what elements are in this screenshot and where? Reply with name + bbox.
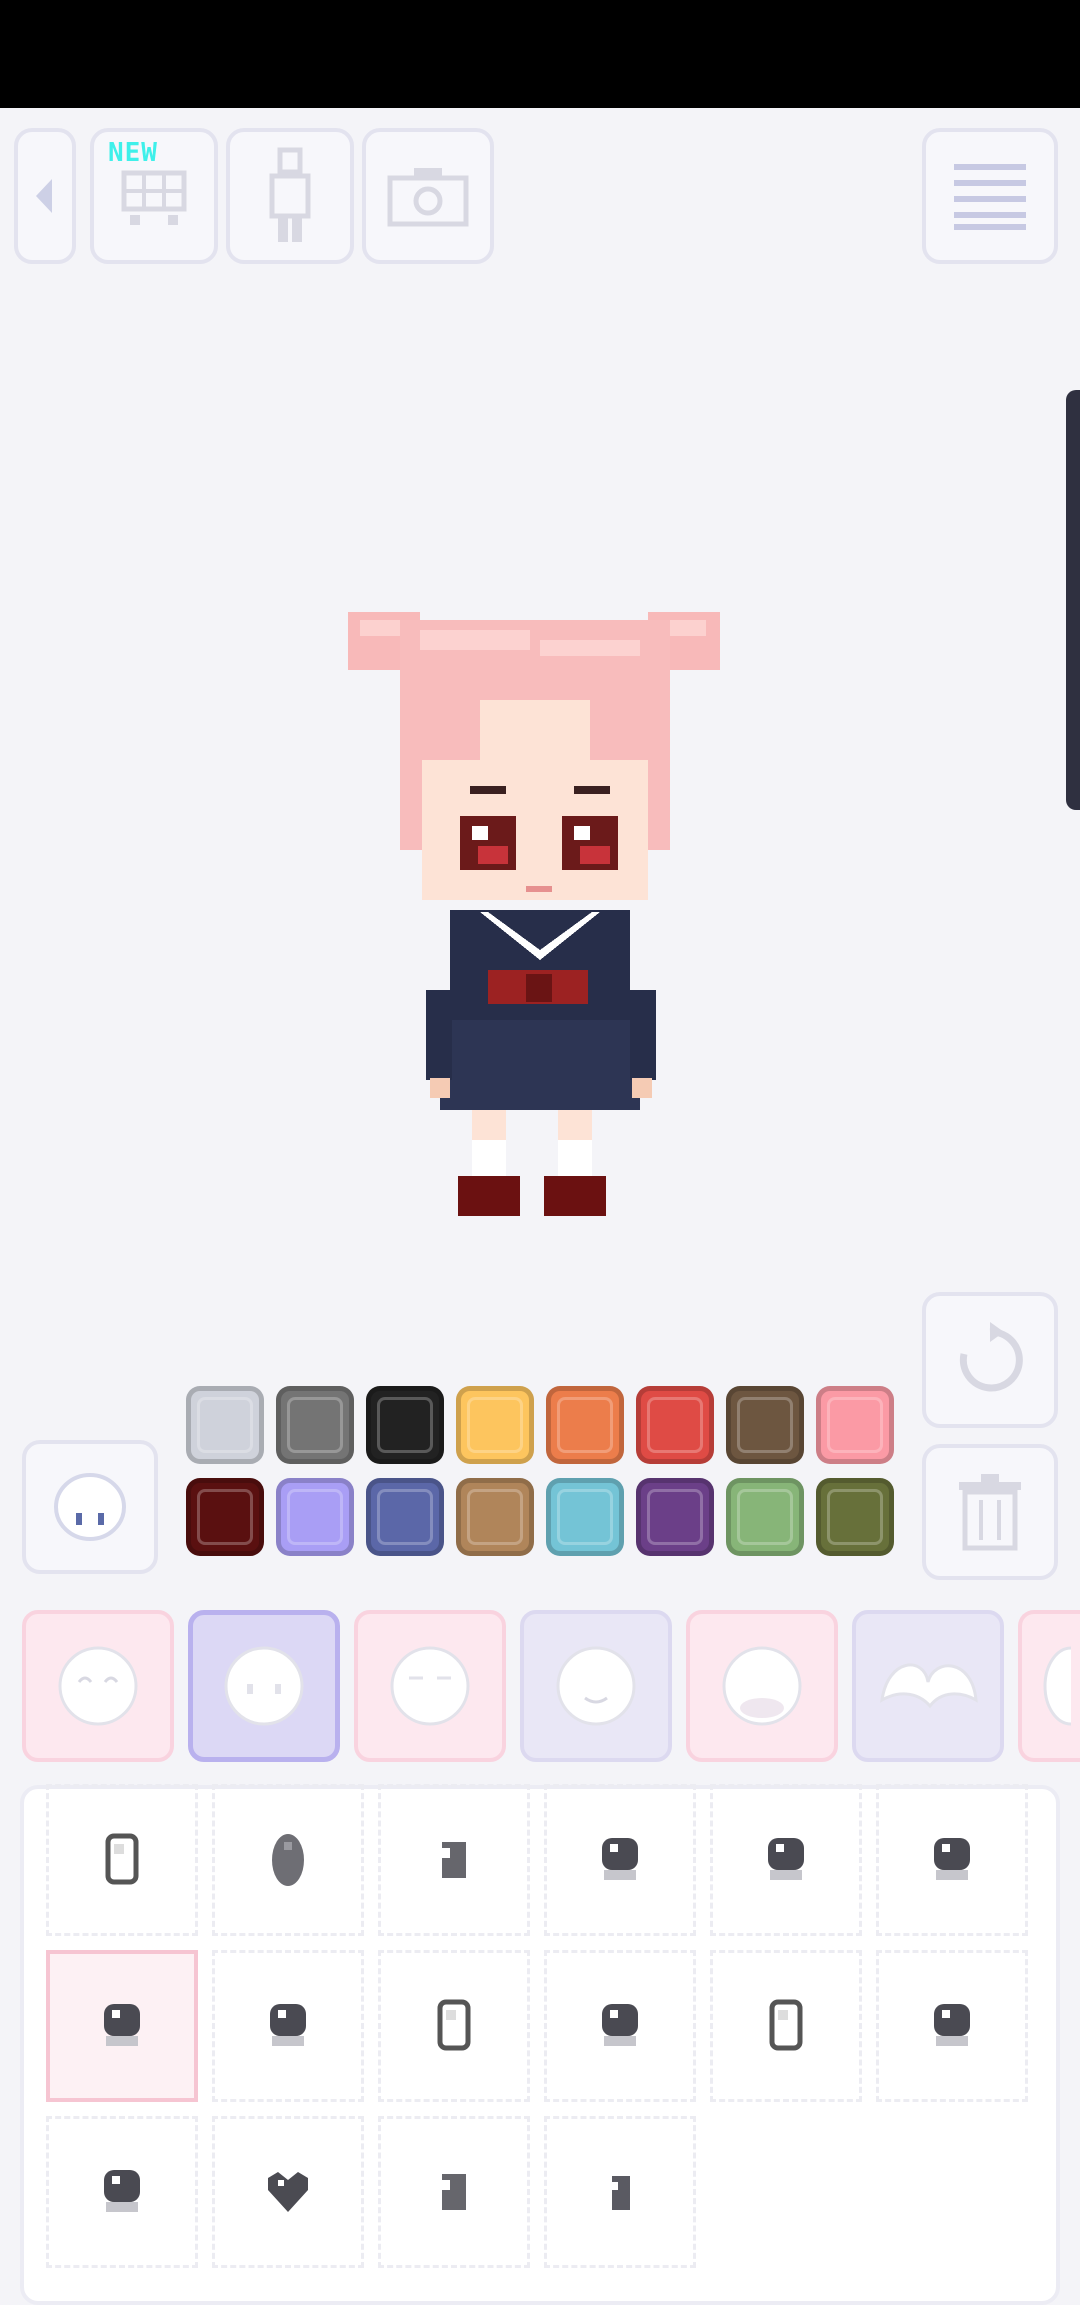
eye-style-6-icon bbox=[934, 1838, 970, 1880]
character-avatar bbox=[348, 612, 720, 1216]
eye-style-11-icon bbox=[769, 1999, 803, 2051]
eye-style-item[interactable] bbox=[876, 1950, 1028, 2102]
color-swatch[interactable] bbox=[366, 1478, 444, 1556]
eye-style-item[interactable] bbox=[378, 2116, 530, 2268]
tab-brows[interactable] bbox=[354, 1610, 506, 1762]
color-swatch[interactable] bbox=[276, 1478, 354, 1556]
face-preview-button[interactable] bbox=[22, 1440, 158, 1574]
color-swatch[interactable] bbox=[546, 1478, 624, 1556]
eye-style-7-icon bbox=[104, 2004, 140, 2046]
eye-style-5-icon bbox=[768, 1838, 804, 1880]
color-swatch[interactable] bbox=[816, 1386, 894, 1464]
more-icon bbox=[1043, 1646, 1071, 1726]
tab-more[interactable] bbox=[1018, 1610, 1080, 1762]
reset-icon bbox=[959, 1322, 1023, 1392]
eye-style-14-icon bbox=[268, 2172, 308, 2212]
eye-style-item[interactable] bbox=[46, 2116, 198, 2268]
menu-icon bbox=[954, 164, 1026, 230]
eye-style-item[interactable] bbox=[212, 2116, 364, 2268]
color-swatch[interactable] bbox=[726, 1386, 804, 1464]
eye-style-item[interactable] bbox=[212, 1950, 364, 2102]
reset-button[interactable] bbox=[922, 1292, 1058, 1428]
eye-style-item[interactable] bbox=[46, 1784, 198, 1936]
hair-icon bbox=[880, 1663, 978, 1709]
eye-style-item[interactable] bbox=[544, 2116, 696, 2268]
eye-style-4-icon bbox=[602, 1838, 638, 1880]
shop-button[interactable]: NEW bbox=[90, 128, 218, 264]
menu-button[interactable] bbox=[922, 128, 1058, 264]
eye-style-item[interactable] bbox=[710, 1784, 862, 1936]
color-swatch[interactable] bbox=[276, 1386, 354, 1464]
color-swatch[interactable] bbox=[636, 1478, 714, 1556]
eye-style-item[interactable] bbox=[876, 1784, 1028, 1936]
tab-mouth[interactable] bbox=[520, 1610, 672, 1762]
back-icon bbox=[36, 179, 52, 213]
eye-style-10-icon bbox=[602, 2004, 638, 2046]
color-swatch[interactable] bbox=[186, 1478, 264, 1556]
color-swatch[interactable] bbox=[186, 1386, 264, 1464]
color-swatch[interactable] bbox=[636, 1386, 714, 1464]
eye-style-item[interactable] bbox=[378, 1784, 530, 1936]
face-smile-eyes-icon bbox=[58, 1646, 138, 1726]
color-swatch[interactable] bbox=[456, 1386, 534, 1464]
new-badge: NEW bbox=[108, 138, 158, 168]
color-swatch[interactable] bbox=[546, 1386, 624, 1464]
color-swatch[interactable] bbox=[456, 1478, 534, 1556]
color-swatch[interactable] bbox=[726, 1478, 804, 1556]
color-swatch[interactable] bbox=[366, 1386, 444, 1464]
eye-style-3-icon bbox=[442, 1842, 466, 1878]
eye-style-item[interactable] bbox=[378, 1950, 530, 2102]
trash-icon bbox=[959, 1474, 1021, 1551]
eye-style-15-icon bbox=[442, 2174, 466, 2210]
eye-style-2-icon bbox=[272, 1834, 304, 1886]
face-eyes-icon bbox=[224, 1646, 304, 1726]
body-icon bbox=[269, 147, 311, 242]
status-bar bbox=[0, 0, 1080, 108]
cart-icon bbox=[121, 170, 187, 225]
camera-icon bbox=[387, 168, 469, 227]
eye-style-9-icon bbox=[437, 1999, 471, 2051]
eye-style-item[interactable] bbox=[212, 1784, 364, 1936]
delete-button[interactable] bbox=[922, 1444, 1058, 1580]
side-panel-handle[interactable] bbox=[1066, 390, 1080, 810]
eye-style-item[interactable] bbox=[544, 1950, 696, 2102]
tab-hair[interactable] bbox=[852, 1610, 1004, 1762]
tab-blush[interactable] bbox=[686, 1610, 838, 1762]
eye-style-12-icon bbox=[934, 2004, 970, 2046]
eye-style-item[interactable] bbox=[46, 1950, 198, 2102]
eye-style-item[interactable] bbox=[544, 1784, 696, 1936]
body-button[interactable] bbox=[226, 128, 354, 264]
camera-button[interactable] bbox=[362, 128, 494, 264]
face-preview-icon bbox=[54, 1473, 126, 1541]
eye-style-16-icon bbox=[612, 2176, 630, 2210]
face-brows-icon bbox=[390, 1646, 470, 1726]
tab-face-smile[interactable] bbox=[22, 1610, 174, 1762]
eye-style-8-icon bbox=[270, 2004, 306, 2046]
face-mouth-icon bbox=[556, 1646, 636, 1726]
color-swatch[interactable] bbox=[816, 1478, 894, 1556]
eye-style-1-icon bbox=[105, 1833, 139, 1885]
face-blush-icon bbox=[722, 1646, 802, 1726]
tab-eyes[interactable] bbox=[188, 1610, 340, 1762]
eye-style-13-icon bbox=[104, 2170, 140, 2212]
back-button[interactable] bbox=[14, 128, 76, 264]
eye-style-item[interactable] bbox=[710, 1950, 862, 2102]
